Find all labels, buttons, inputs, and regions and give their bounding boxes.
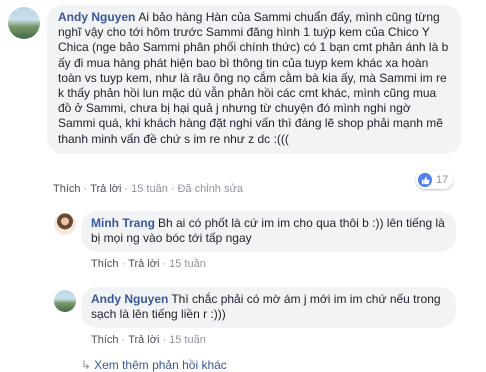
reply-button[interactable]: Trả lời — [128, 334, 159, 346]
like-icon — [418, 173, 432, 187]
reply-author[interactable]: Andy Nguyen — [91, 292, 168, 306]
reply-button[interactable]: Trả lời — [128, 258, 159, 270]
reply-bubble: Andy Nguyen Thì chắc phải có mờ ám j mới … — [81, 287, 456, 329]
timestamp[interactable]: 15 tuần — [131, 183, 168, 195]
reaction-count-text: 17 — [436, 174, 449, 186]
reply-button[interactable]: Trả lời — [90, 183, 121, 195]
timestamp[interactable]: 15 tuần — [169, 258, 206, 270]
comment-text: Ai bảo hàng Hàn của Sammi chuẩn đấy, mìn… — [58, 10, 449, 146]
reply-actions: Thích · Trả lời · 15 tuần — [91, 258, 206, 270]
avatar[interactable] — [54, 290, 76, 312]
more-replies-label[interactable]: Xem thêm phản hồi khác — [94, 358, 227, 372]
reply-actions: Thích · Trả lời · 15 tuần — [91, 334, 206, 346]
more-replies-link[interactable]: ↳ Xem thêm phản hồi khác — [81, 358, 227, 372]
like-button[interactable]: Thích — [91, 334, 119, 346]
comment-bubble: Andy Nguyen Ai bảo hàng Hàn của Sammi chu… — [47, 5, 461, 154]
reply-author[interactable]: Minh Trang — [91, 216, 155, 230]
like-button[interactable]: Thích — [91, 258, 119, 270]
reply-arrow-icon: ↳ — [81, 358, 92, 372]
timestamp[interactable]: 15 tuần — [169, 334, 206, 346]
comment-author[interactable]: Andy Nguyen — [58, 10, 135, 24]
avatar[interactable] — [8, 7, 40, 39]
reply-bubble: Minh Trang Bh ai có phốt là cứ im im cho … — [81, 211, 456, 253]
reaction-count[interactable]: 17 — [416, 171, 454, 189]
avatar[interactable] — [54, 213, 76, 235]
edited-label[interactable]: Đã chỉnh sửa — [177, 183, 242, 195]
like-button[interactable]: Thích — [53, 183, 81, 195]
comment-actions: Thích · Trả lời · 15 tuần · Đã chỉnh sửa — [53, 183, 243, 195]
